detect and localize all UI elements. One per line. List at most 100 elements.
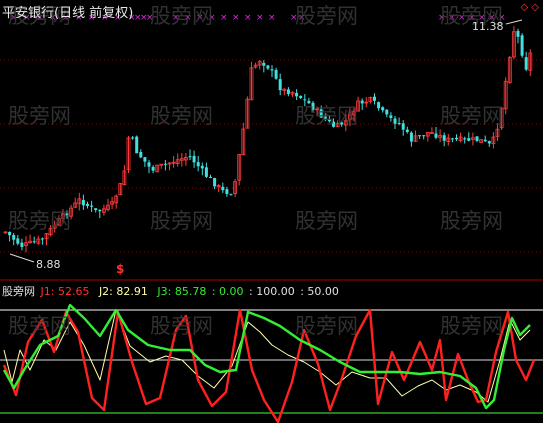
diamond-markers: ◇ ◇	[520, 2, 539, 13]
candle-body	[418, 135, 422, 137]
candlestick	[73, 197, 78, 209]
line-100-value: : 100.00	[249, 285, 295, 298]
candle-body	[286, 89, 290, 94]
candlestick	[290, 91, 295, 97]
candle-body	[278, 79, 282, 91]
candle-body	[8, 231, 12, 236]
chart-canvas[interactable]: × × × × × × × × × ×××× × × × × × × × × × × × × × × × × × ×	[0, 0, 543, 423]
candlestick	[143, 157, 147, 167]
high-arrow-line	[505, 19, 523, 25]
candle-body	[434, 133, 438, 138]
signal-mark: ×	[232, 13, 240, 23]
candlestick	[413, 130, 418, 142]
signal-mark: ×	[448, 13, 456, 23]
candle-body	[475, 136, 479, 141]
candle-body	[332, 121, 335, 127]
signal-mark: ×	[458, 13, 466, 23]
candle-body	[340, 122, 344, 125]
candlestick	[467, 132, 471, 142]
candlestick	[213, 177, 217, 190]
candlestick	[364, 97, 369, 108]
candlestick	[450, 137, 454, 143]
candlestick	[429, 127, 434, 135]
high-price-label: 11.38	[472, 20, 504, 33]
signal-mark: ×	[172, 13, 180, 23]
candlestick	[373, 93, 376, 105]
stock-chart-window: × × × × × × × × × × × × × × × × × × × × × × × × × × × × × × × 股旁网 股旁网 …	[0, 0, 543, 423]
candle-body	[147, 162, 151, 167]
candlestick	[479, 139, 484, 143]
signal-mark: ×	[220, 13, 228, 23]
candlestick	[24, 236, 28, 253]
candlestick	[200, 162, 204, 176]
candlestick	[40, 237, 44, 245]
candle-body	[303, 99, 307, 101]
candlestick	[61, 209, 65, 223]
candlestick	[118, 182, 123, 196]
candle-body	[200, 165, 204, 169]
candle-body	[229, 194, 233, 196]
signal-mark: ×	[208, 13, 216, 23]
indicator-header: 股旁网 J1: 52.65 J2: 82.91 J3: 85.78 : 0.00…	[2, 283, 339, 299]
candle-body	[90, 205, 94, 207]
candlestick	[319, 105, 323, 118]
signal-mark: ×	[438, 13, 446, 23]
candlestick	[458, 132, 463, 143]
candlestick	[483, 135, 487, 143]
candlestick	[241, 122, 246, 156]
candlestick	[135, 135, 139, 154]
candlestick	[270, 65, 274, 78]
candle-body	[86, 203, 89, 206]
candlestick	[446, 134, 451, 146]
candle-body	[381, 107, 385, 111]
candlestick	[77, 192, 82, 211]
candle-body	[483, 139, 487, 142]
candle-body	[221, 186, 225, 191]
candle-body	[94, 208, 98, 211]
candle-body	[516, 30, 520, 37]
candlestick	[282, 88, 287, 96]
candlestick	[418, 135, 422, 139]
candlestick	[409, 131, 413, 147]
candle-body	[40, 238, 44, 240]
candlestick	[438, 129, 443, 143]
candle-body	[385, 109, 389, 115]
candlestick	[163, 160, 167, 171]
candlestick	[12, 232, 16, 246]
candlestick	[36, 235, 41, 245]
candlestick	[262, 60, 266, 73]
candle-body	[143, 157, 147, 162]
candlestick	[332, 118, 335, 128]
low-arrow-line	[9, 253, 35, 263]
candle-body	[196, 162, 200, 167]
candlestick	[495, 123, 500, 142]
j3-value: J3: 85.78	[157, 285, 207, 298]
indicator-name: 股旁网	[2, 285, 35, 298]
candlestick	[487, 140, 491, 147]
candlestick	[249, 61, 254, 101]
candlestick	[381, 106, 385, 113]
candlestick	[524, 51, 528, 72]
candlestick	[52, 220, 57, 233]
candlestick	[422, 135, 426, 140]
candlestick	[171, 155, 176, 168]
candle-body	[455, 137, 458, 140]
candlestick	[389, 112, 393, 122]
candlestick	[503, 77, 508, 115]
indicator-lines	[0, 303, 543, 423]
candlestick	[20, 238, 24, 251]
candlestick	[528, 49, 533, 76]
candle-body	[225, 189, 229, 194]
price-arrows	[9, 19, 523, 263]
candlestick	[393, 115, 397, 129]
candlestick	[225, 186, 229, 197]
candle-body	[520, 35, 524, 56]
candlestick	[139, 149, 143, 159]
candle-body	[151, 167, 155, 171]
candlestick	[229, 193, 233, 196]
candlestick	[323, 113, 327, 122]
candlestick	[167, 162, 172, 171]
candlestick	[65, 210, 69, 219]
candlestick	[179, 153, 184, 167]
candle-body	[135, 136, 139, 154]
